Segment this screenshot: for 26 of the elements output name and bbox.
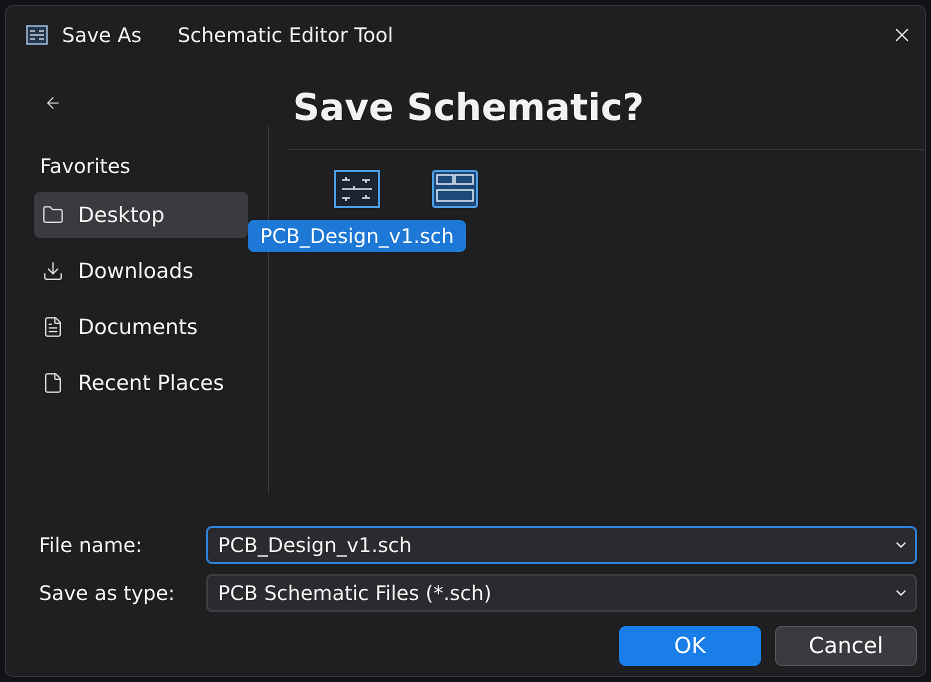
sidebar-item-label: Recent Places	[78, 371, 224, 395]
cancel-button[interactable]: Cancel	[775, 626, 917, 666]
layout-file-icon	[432, 170, 478, 208]
file-name-field[interactable]: PCB_Design_v1.sch	[206, 526, 917, 564]
page-icon	[42, 372, 64, 394]
window-title: Save As	[62, 23, 142, 47]
folder-icon	[42, 204, 64, 226]
file-name-label[interactable]: PCB_Design_v1.sch	[248, 220, 466, 252]
sidebar-item-label: Desktop	[78, 203, 165, 227]
sidebar-item[interactable]: Documents	[34, 304, 248, 350]
app-name: Schematic Editor Tool	[178, 23, 394, 47]
sidebar-item-label: Downloads	[78, 259, 194, 283]
sidebar-item[interactable]: Downloads	[34, 248, 248, 294]
file-name-label: File name:	[39, 533, 144, 557]
save-type-label: Save as type:	[39, 581, 176, 605]
app-icon	[26, 25, 48, 45]
schematic-file-icon	[334, 170, 380, 208]
sidebar-item[interactable]: Desktop	[34, 192, 248, 238]
download-icon	[42, 260, 64, 282]
sidebar-item-label: Documents	[78, 315, 198, 339]
sidebar-item[interactable]: Recent Places	[34, 360, 248, 406]
sidebar-heading: Favorites	[40, 154, 130, 178]
save-type-dropdown[interactable]: PCB Schematic Files (*.sch)	[206, 574, 917, 612]
document-icon	[42, 316, 64, 338]
ok-button[interactable]: OK	[619, 626, 761, 666]
dialog-heading: Save Schematic?	[293, 86, 644, 129]
